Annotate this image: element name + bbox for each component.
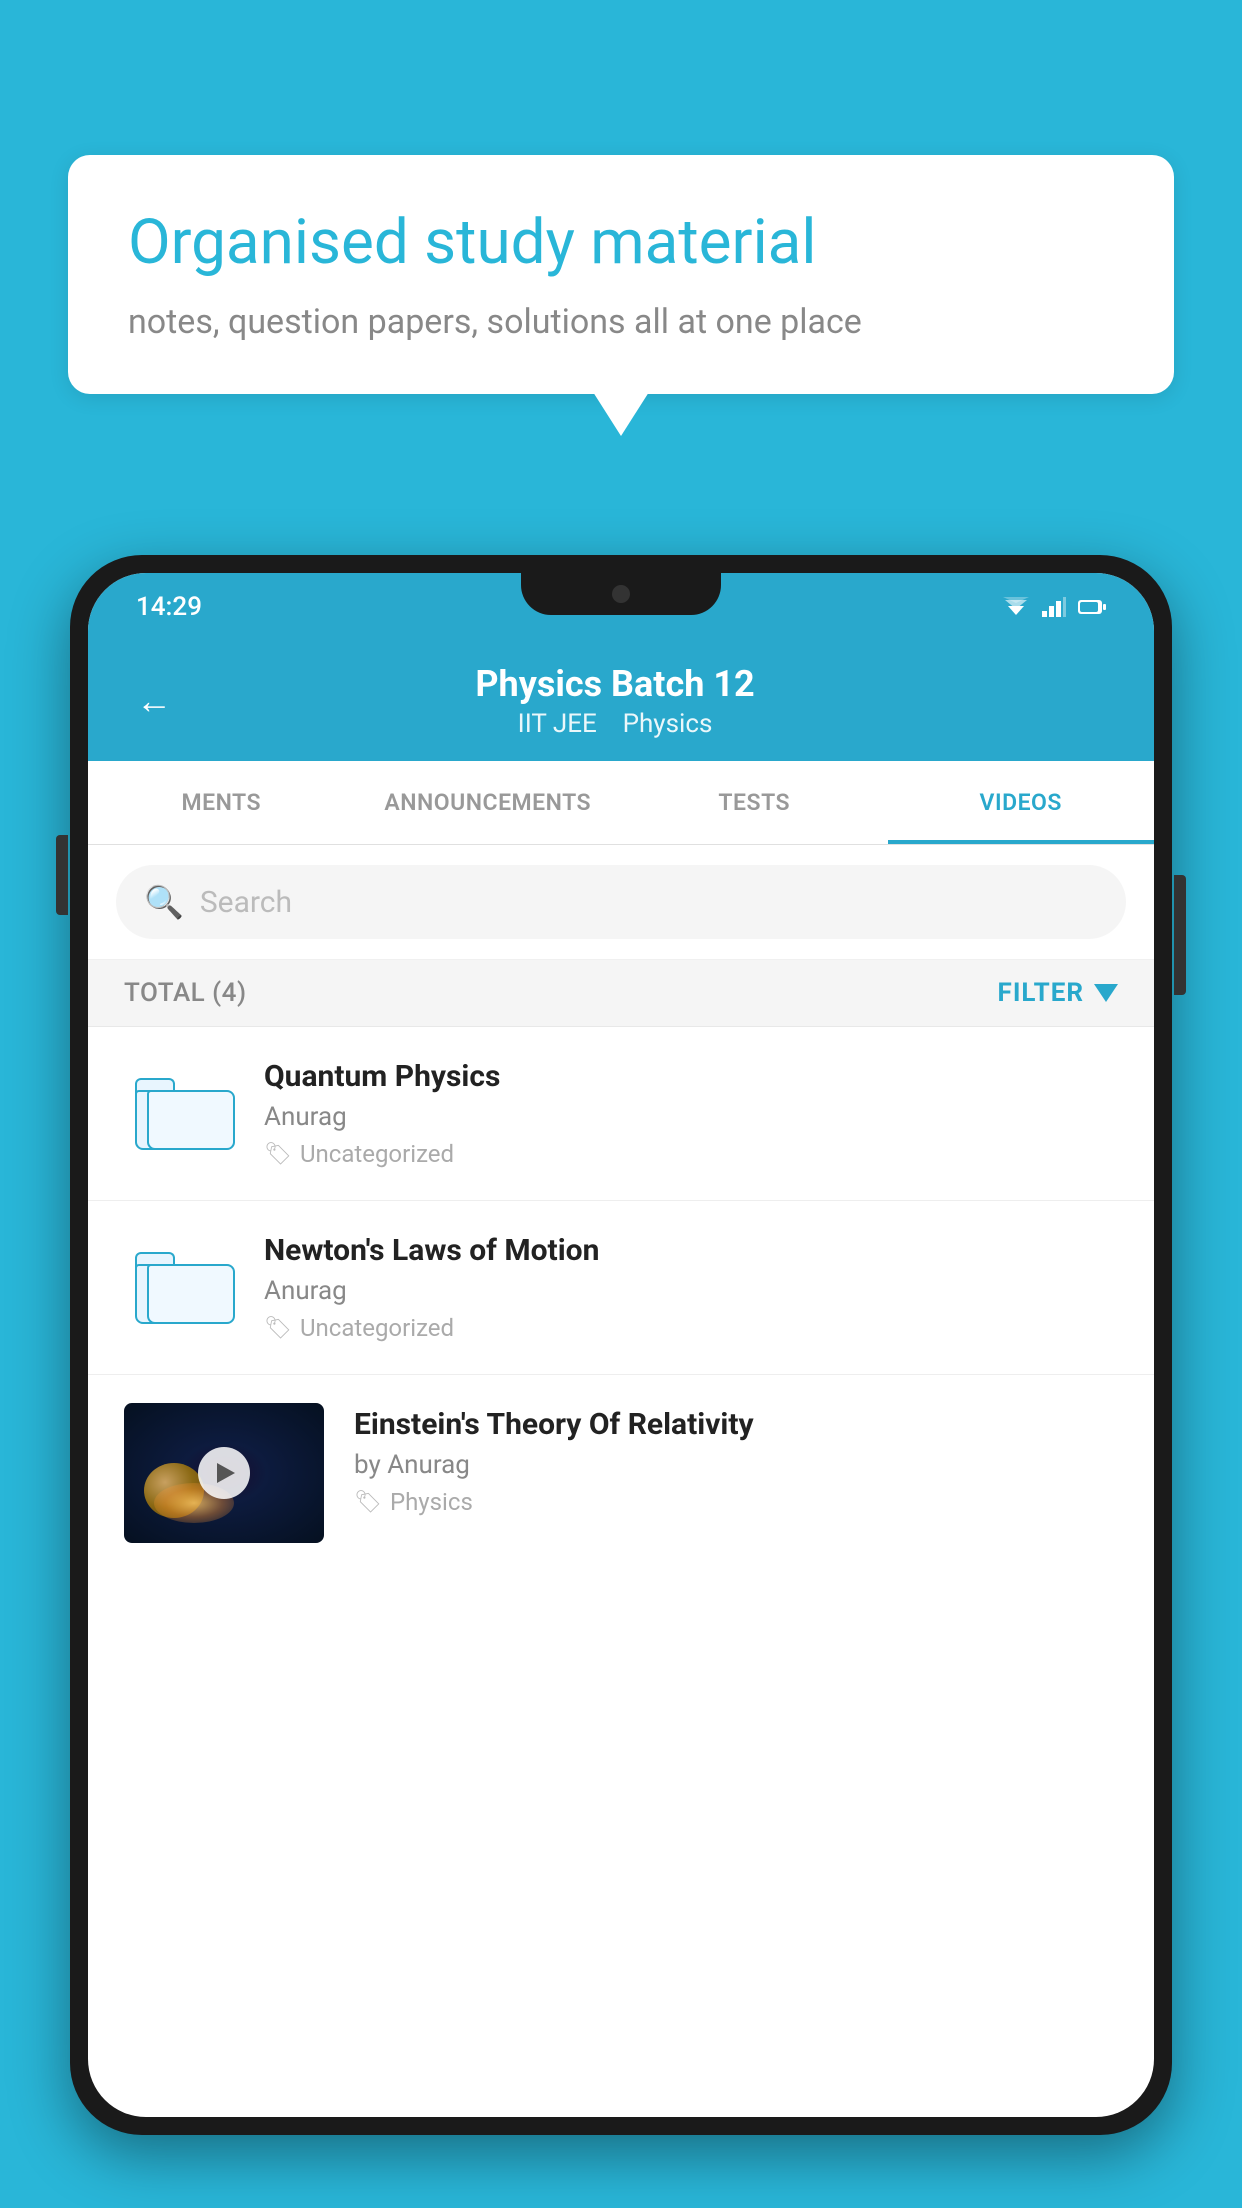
search-bar[interactable]: 🔍 Search — [116, 865, 1126, 939]
camera-dot — [612, 585, 630, 603]
video-author: Anurag — [264, 1102, 1118, 1132]
back-button[interactable]: ← — [136, 680, 172, 722]
speech-bubble-headline: Organised study material — [128, 207, 1114, 278]
phone-container: 14:29 — [70, 555, 1172, 2208]
video-tag: 🏷 Physics — [354, 1488, 1118, 1516]
header-subtitle: IIT JEE Physics — [200, 709, 1030, 739]
app-header: ← Physics Batch 12 IIT JEE Physics — [88, 641, 1154, 761]
tabs-bar: MENTS ANNOUNCEMENTS TESTS VIDEOS — [88, 761, 1154, 845]
phone-inner: 14:29 — [88, 573, 1154, 2117]
video-author: by Anurag — [354, 1450, 1118, 1480]
header-title-group: Physics Batch 12 IIT JEE Physics — [200, 663, 1030, 739]
tab-videos[interactable]: VIDEOS — [888, 761, 1155, 844]
search-icon: 🔍 — [144, 883, 184, 921]
video-info: Einstein's Theory Of Relativity by Anura… — [354, 1403, 1118, 1516]
total-count: TOTAL (4) — [124, 978, 247, 1008]
list-item[interactable]: Newton's Laws of Motion Anurag 🏷 Uncateg… — [88, 1201, 1154, 1375]
header-title: Physics Batch 12 — [200, 663, 1030, 705]
video-tag: 🏷 Uncategorized — [264, 1314, 1118, 1342]
tab-announcements[interactable]: ANNOUNCEMENTS — [355, 761, 622, 844]
signal-icon — [1042, 597, 1066, 617]
list-item[interactable]: Quantum Physics Anurag 🏷 Uncategorized — [88, 1027, 1154, 1201]
status-icons — [1002, 597, 1106, 617]
play-button[interactable] — [198, 1447, 250, 1499]
video-thumbnail — [124, 1403, 324, 1543]
speech-bubble-section: Organised study material notes, question… — [68, 155, 1174, 394]
battery-icon — [1078, 598, 1106, 616]
filter-icon — [1094, 984, 1118, 1002]
video-info: Newton's Laws of Motion Anurag 🏷 Uncateg… — [264, 1233, 1118, 1342]
status-bar: 14:29 — [88, 573, 1154, 641]
speech-bubble-subtext: notes, question papers, solutions all at… — [128, 302, 1114, 342]
search-container: 🔍 Search — [88, 845, 1154, 960]
folder-thumbnail — [124, 1244, 234, 1332]
header-subtitle-physics: Physics — [623, 709, 713, 739]
tag-icon: 🏷 — [354, 1490, 382, 1515]
folder-icon — [135, 1078, 223, 1150]
wifi-icon — [1002, 597, 1030, 617]
filter-bar: TOTAL (4) FILTER — [88, 960, 1154, 1027]
folder-thumbnail — [124, 1070, 234, 1158]
folder-icon — [135, 1252, 223, 1324]
filter-button[interactable]: FILTER — [998, 978, 1118, 1008]
play-icon — [217, 1463, 235, 1483]
search-placeholder: Search — [200, 885, 292, 920]
video-title: Newton's Laws of Motion — [264, 1233, 1118, 1268]
video-list: Quantum Physics Anurag 🏷 Uncategorized — [88, 1027, 1154, 1571]
list-item[interactable]: Einstein's Theory Of Relativity by Anura… — [88, 1375, 1154, 1571]
video-author: Anurag — [264, 1276, 1118, 1306]
tag-icon: 🏷 — [264, 1316, 292, 1341]
video-tag: 🏷 Uncategorized — [264, 1140, 1118, 1168]
header-subtitle-iit: IIT JEE — [518, 709, 597, 739]
video-title: Einstein's Theory Of Relativity — [354, 1407, 1118, 1442]
status-time: 14:29 — [136, 592, 202, 622]
phone-outer: 14:29 — [70, 555, 1172, 2135]
video-info: Quantum Physics Anurag 🏷 Uncategorized — [264, 1059, 1118, 1168]
tab-ments[interactable]: MENTS — [88, 761, 355, 844]
video-title: Quantum Physics — [264, 1059, 1118, 1094]
speech-bubble-card: Organised study material notes, question… — [68, 155, 1174, 394]
tag-icon: 🏷 — [264, 1142, 292, 1167]
notch — [521, 573, 721, 615]
tab-tests[interactable]: TESTS — [621, 761, 888, 844]
